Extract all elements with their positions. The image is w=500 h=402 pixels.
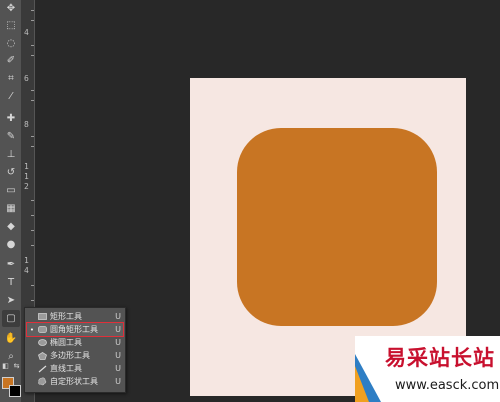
- menu-item-ellipse-tool[interactable]: 椭圆工具 U: [27, 336, 123, 349]
- crop-tool-icon[interactable]: ⌗: [2, 70, 20, 87]
- pen-tool-icon[interactable]: ✒: [2, 256, 20, 273]
- ruler-label: 8: [24, 120, 29, 129]
- menu-item-rectangle-tool[interactable]: 矩形工具 U: [27, 310, 123, 323]
- eyedropper-tool-icon[interactable]: ⁄: [2, 88, 20, 105]
- rounded-rectangle-shape[interactable]: [237, 128, 437, 326]
- menu-item-label: 椭圆工具: [50, 338, 82, 347]
- watermark-url: www.easck.com: [395, 378, 500, 393]
- hand-tool-icon[interactable]: ✋: [2, 330, 20, 347]
- line-icon: [37, 365, 47, 373]
- menu-item-custom-shape-tool[interactable]: 自定形状工具 U: [27, 375, 123, 388]
- menu-item-label: 自定形状工具: [50, 377, 98, 386]
- menu-item-shortcut: U: [115, 338, 121, 347]
- polygon-icon: [37, 351, 47, 360]
- move-tool-icon[interactable]: ✥: [2, 0, 20, 17]
- selected-bullet: •: [29, 325, 35, 334]
- menu-item-polygon-tool[interactable]: 多边形工具 U: [27, 349, 123, 362]
- menu-item-shortcut: U: [115, 377, 121, 386]
- ruler-label: 1: [24, 172, 29, 181]
- clone-stamp-tool-icon[interactable]: ⊥: [2, 146, 20, 163]
- quick-select-tool-icon[interactable]: ✐: [2, 52, 20, 69]
- ruler-label: 4: [24, 266, 29, 275]
- shape-tool-icon[interactable]: ▢: [2, 310, 20, 327]
- background-color-swatch[interactable]: [9, 385, 21, 397]
- watermark-logo-icon: [355, 354, 381, 402]
- swap-colors-icon[interactable]: ⇆: [12, 362, 21, 371]
- rounded-rectangle-icon: [37, 326, 47, 334]
- menu-item-rounded-rectangle-tool[interactable]: • 圆角矩形工具 U: [26, 322, 124, 337]
- history-brush-tool-icon[interactable]: ↺: [2, 164, 20, 181]
- ruler-label: 6: [24, 74, 29, 83]
- blur-tool-icon[interactable]: ◆: [2, 218, 20, 235]
- lasso-tool-icon[interactable]: ◌: [2, 35, 20, 52]
- menu-item-label: 多边形工具: [50, 351, 90, 360]
- marquee-tool-icon[interactable]: ⬚: [2, 17, 20, 34]
- healing-brush-tool-icon[interactable]: ✚: [2, 110, 20, 127]
- default-colors-icon[interactable]: ◧: [1, 362, 10, 371]
- brush-tool-icon[interactable]: ✎: [2, 128, 20, 145]
- menu-item-label: 矩形工具: [50, 312, 82, 321]
- path-selection-tool-icon[interactable]: ➤: [2, 292, 20, 309]
- dodge-tool-icon[interactable]: ●: [2, 236, 20, 253]
- tools-panel: ✥ ⬚ ◌ ✐ ⌗ ⁄ ✚ ✎ ⊥ ↺ ▭ ▦ ◆ ● ✒ T ➤ ▢ ✋ ⌕ …: [0, 0, 22, 402]
- menu-item-shortcut: U: [115, 351, 121, 360]
- custom-shape-icon: [37, 377, 47, 386]
- type-tool-icon[interactable]: T: [2, 274, 20, 291]
- menu-item-label: 圆角矩形工具: [50, 325, 98, 334]
- gradient-tool-icon[interactable]: ▦: [2, 200, 20, 217]
- menu-item-line-tool[interactable]: 直线工具 U: [27, 362, 123, 375]
- menu-item-shortcut: U: [115, 312, 121, 321]
- ruler-label: 2: [24, 182, 29, 191]
- eraser-tool-icon[interactable]: ▭: [2, 182, 20, 199]
- menu-item-label: 直线工具: [50, 364, 82, 373]
- ruler-label: 1: [24, 162, 29, 171]
- ruler-label: 4: [24, 28, 29, 37]
- menu-item-shortcut: U: [115, 325, 121, 334]
- watermark-title: 易采站长站: [385, 345, 495, 370]
- ellipse-icon: [37, 339, 47, 347]
- shape-tools-flyout: 矩形工具 U • 圆角矩形工具 U 椭圆工具 U 多边形工具 U 直线工具 U: [24, 307, 126, 393]
- site-watermark: 易采站长站 www.easck.com: [355, 336, 500, 402]
- ruler-label: 1: [24, 256, 29, 265]
- menu-item-shortcut: U: [115, 364, 121, 373]
- rectangle-icon: [37, 313, 47, 321]
